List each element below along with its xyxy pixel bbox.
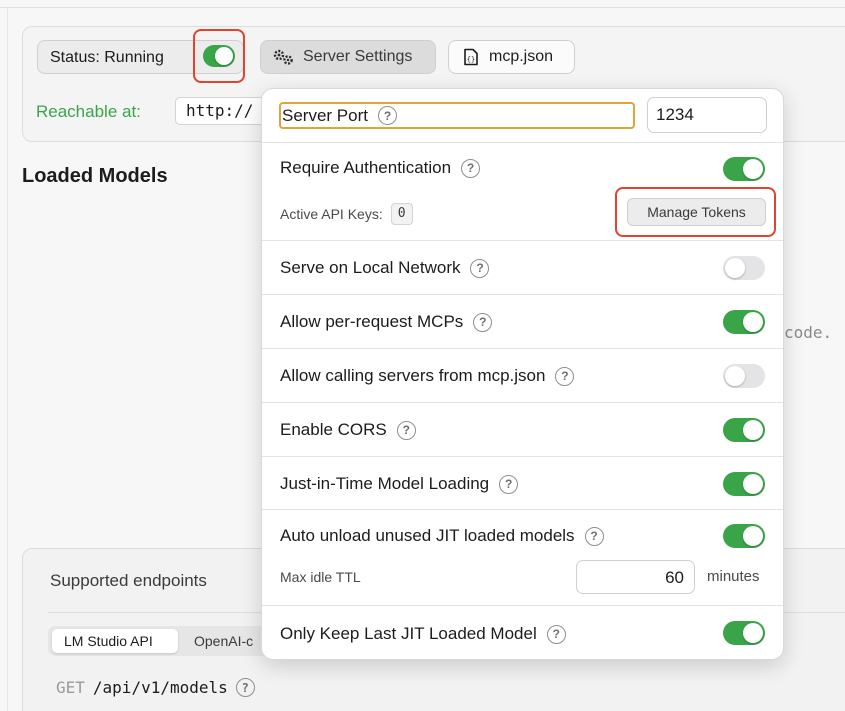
tab-lm-studio-api[interactable]: LM Studio API (52, 629, 178, 653)
per-request-mcps-row: Allow per-request MCPs ? (262, 294, 783, 348)
toggle-knob (743, 526, 763, 546)
status-label: Status: Running (50, 49, 164, 66)
left-divider (7, 8, 8, 711)
max-idle-ttl-input[interactable]: 60 (576, 560, 695, 594)
cors-toggle[interactable] (723, 418, 765, 442)
toggle-knob (743, 159, 763, 179)
tab-openai-compatible[interactable]: OpenAI-c (182, 629, 265, 653)
auto-unload-label: Auto unload unused JIT loaded models (280, 526, 575, 545)
help-icon[interactable]: ? (396, 420, 416, 440)
server-url-field[interactable]: http:// (175, 97, 275, 125)
help-icon[interactable]: ? (499, 474, 519, 494)
local-network-label-group: Serve on Local Network ? (280, 258, 490, 278)
active-api-keys-count: 0 (390, 203, 413, 225)
toggle-knob (725, 366, 745, 386)
supported-endpoints-title: Supported endpoints (50, 571, 207, 590)
mcp-json-label: mcp.json (489, 48, 554, 65)
active-api-keys-group: Active API Keys: 0 (280, 203, 413, 225)
endpoint-path: /api/v1/models (92, 678, 228, 697)
toggle-knob (743, 420, 763, 440)
require-auth-toggle[interactable] (723, 157, 765, 181)
jit-loading-label: Just-in-Time Model Loading (280, 474, 490, 493)
help-icon[interactable]: ? (473, 312, 493, 332)
json-file-icon: {} (464, 48, 478, 66)
highlight-box-manage-tokens (615, 187, 776, 237)
mcp-json-servers-label: Allow calling servers from mcp.json (280, 366, 546, 385)
help-icon[interactable]: ? (555, 366, 575, 386)
svg-text:{}: {} (467, 56, 475, 64)
require-auth-label-group: Require Authentication ? (280, 158, 481, 178)
top-divider (0, 7, 845, 8)
reachable-label: Reachable at: (36, 102, 141, 121)
toggle-knob (743, 312, 763, 332)
server-port-input[interactable]: 1234 (647, 97, 767, 133)
endpoint-method: GET (56, 678, 85, 697)
help-icon[interactable]: ? (461, 158, 481, 178)
jit-loading-label-group: Just-in-Time Model Loading ? (280, 474, 519, 494)
keep-last-jit-label-group: Only Keep Last JIT Loaded Model ? (280, 624, 566, 644)
help-icon[interactable]: ? (470, 258, 490, 278)
mcp-json-servers-toggle[interactable] (723, 364, 765, 388)
local-network-toggle[interactable] (723, 256, 765, 280)
help-icon[interactable]: ? (546, 624, 566, 644)
local-network-row: Serve on Local Network ? (262, 240, 783, 294)
auto-unload-toggle[interactable] (723, 524, 765, 548)
auto-unload-label-group: Auto unload unused JIT loaded models ? (280, 526, 604, 546)
server-settings-label: Server Settings (303, 48, 413, 65)
toggle-knob (743, 623, 763, 643)
server-settings-button[interactable]: Server Settings (260, 40, 436, 74)
require-auth-label: Require Authentication (280, 158, 452, 177)
help-icon[interactable]: ? (377, 106, 397, 125)
keep-last-jit-row: Only Keep Last JIT Loaded Model ? (262, 605, 783, 659)
local-network-label: Serve on Local Network (280, 258, 461, 277)
mcp-json-servers-label-group: Allow calling servers from mcp.json ? (280, 366, 575, 386)
per-request-mcps-label-group: Allow per-request MCPs ? (280, 312, 493, 332)
toggle-knob (725, 258, 745, 278)
jit-loading-row: Just-in-Time Model Loading ? (262, 456, 783, 509)
help-icon[interactable]: ? (235, 678, 255, 697)
keep-last-jit-label: Only Keep Last JIT Loaded Model (280, 624, 537, 643)
server-port-label-focused: Server Port ? (279, 102, 635, 129)
active-api-keys-label: Active API Keys: (280, 206, 383, 222)
auto-unload-row: Auto unload unused JIT loaded models ? M… (262, 509, 783, 605)
loaded-models-title: Loaded Models (22, 165, 168, 187)
mcp-json-servers-row: Allow calling servers from mcp.json ? (262, 348, 783, 402)
toggle-knob (743, 474, 763, 494)
server-settings-popover: Server Port ? 1234 Require Authenticatio… (261, 88, 784, 660)
max-idle-ttl-unit: minutes (707, 568, 760, 585)
cors-label: Enable CORS (280, 420, 387, 439)
help-icon[interactable]: ? (584, 526, 604, 546)
keep-last-jit-toggle[interactable] (723, 621, 765, 645)
gears-icon (273, 49, 293, 65)
jit-loading-toggle[interactable] (723, 472, 765, 496)
per-request-mcps-label: Allow per-request MCPs (280, 312, 464, 331)
code-hint-text: code. (784, 323, 833, 342)
per-request-mcps-toggle[interactable] (723, 310, 765, 334)
cors-row: Enable CORS ? (262, 402, 783, 456)
endpoint-row: GET /api/v1/models ? (56, 678, 255, 697)
server-port-label: Server Port (282, 105, 368, 125)
cors-label-group: Enable CORS ? (280, 420, 416, 440)
max-idle-ttl-label: Max idle TTL (280, 569, 361, 585)
mcp-json-button[interactable]: {} mcp.json (448, 40, 575, 74)
highlight-box-status-toggle (193, 29, 245, 83)
